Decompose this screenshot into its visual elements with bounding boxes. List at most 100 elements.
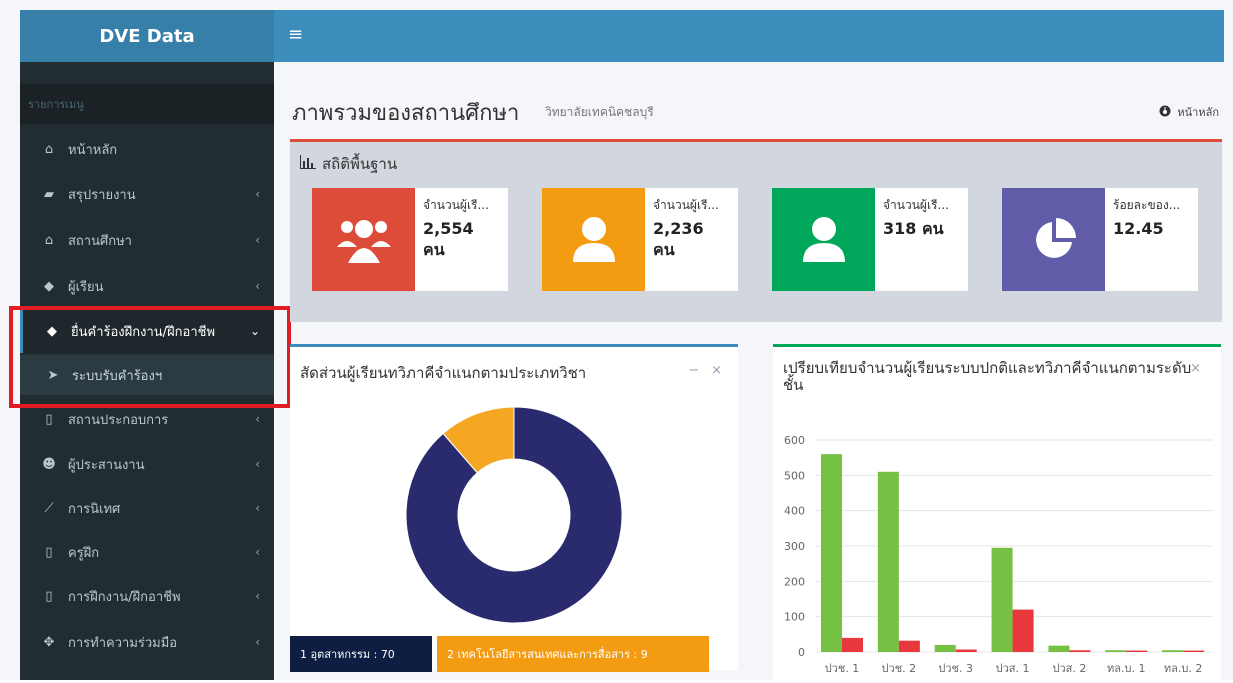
paper-plane-icon: ➤ [47, 367, 59, 383]
bar-chart-panel: 0 100 200 300 400 500 600 ปวช. 1 ปวช. 2 ปวช. 3 ปวส… [773, 344, 1221, 680]
sidebar-item[interactable]: ➤ ระบบรับคำร้องฯ [20, 355, 274, 395]
x-tick-label: ทล.บ. 2 [1164, 662, 1202, 675]
sidebar-item[interactable]: ▰ สรุปรายงาน ‹ [20, 172, 274, 216]
hamburger-icon[interactable]: ≡ [288, 24, 303, 45]
panel-tools: − × [688, 363, 722, 378]
bar[interactable] [1126, 650, 1148, 652]
info-box-label: จำนวนผู้เรี... [653, 198, 719, 212]
line-chart-icon: ⟋ [44, 500, 54, 516]
chevron-left-icon: ‹ [255, 279, 260, 293]
donut-chart [405, 406, 623, 624]
bar[interactable] [1162, 650, 1184, 652]
x-tick-label: ปวช. 2 [882, 662, 917, 675]
graduation-cap-icon: ◆ [47, 323, 57, 339]
info-box-label: ร้อยละของ... [1113, 198, 1181, 212]
bar[interactable] [1069, 650, 1091, 652]
bar[interactable] [1105, 650, 1127, 652]
book-icon: ▰ [44, 186, 54, 202]
donut-chart-panel: สัดส่วนผู้เรียนทวิภาคีจำแนกตามประเภทวิชา… [290, 344, 738, 672]
chevron-left-icon: ‹ [255, 233, 260, 247]
bar[interactable] [1012, 609, 1034, 652]
bar[interactable] [955, 649, 977, 652]
x-tick-label: ทล.บ. 1 [1107, 662, 1145, 675]
bar[interactable] [821, 454, 842, 652]
sidebar-item[interactable]: ◆ ยื่นคำร้องฝึกงาน/ฝึกอาชีพ ⌄ [20, 309, 274, 353]
pie-chart-icon [1035, 217, 1076, 258]
bar[interactable] [991, 547, 1013, 652]
sidebar-item-label: การทำความร่วมมือ [68, 635, 178, 651]
sidebar-item-label: ยื่นคำร้องฝึกงาน/ฝึกอาชีพ [71, 324, 216, 340]
sidebar-item[interactable]: ⌂ สถานศึกษา ‹ [20, 218, 274, 262]
info-box-label: จำนวนผู้เรี... [423, 198, 489, 212]
legend-item-industry[interactable]: 1 อุตสาหกรรม : 70 [290, 636, 432, 672]
sidebar-item[interactable]: ✥ การทำความร่วมมือ ‹ [20, 620, 274, 664]
brand-logo[interactable]: DVE Data [20, 10, 274, 62]
chevron-left-icon: ‹ [255, 412, 260, 426]
breadcrumb[interactable]: หน้าหลัก [1159, 103, 1219, 121]
donut-chart-title: สัดส่วนผู้เรียนทวิภาคีจำแนกตามประเภทวิชา [300, 364, 587, 382]
info-box-icon [542, 188, 645, 291]
info-box-value: 12.45 [1113, 219, 1164, 238]
app-window: DVE Data รายการเมนู ⌂ หน้าหลัก ▰ สรุปรายงาน… [0, 0, 1233, 680]
bar[interactable] [898, 640, 920, 652]
y-tick-label: 300 [784, 540, 805, 553]
info-box-icon [772, 188, 875, 291]
y-tick-label: 100 [784, 611, 805, 624]
breadcrumb-label: หน้าหลัก [1177, 106, 1219, 119]
institution-icon: ⌂ [44, 232, 54, 248]
sidebar-item-label: การฝึกงาน/ฝึกอาชีพ [68, 589, 181, 605]
bar-chart-title: เปรียบเทียบจำนวนผู้เรียนระบบปกติและทวิภา… [783, 359, 1192, 394]
chevron-left-icon: ‹ [255, 545, 260, 559]
sidebar-item-label: การนิเทศ [68, 501, 121, 517]
top-navbar: ≡ [274, 10, 1224, 62]
bar[interactable] [1048, 645, 1070, 652]
sidebar-item[interactable]: ⟋ การนิเทศ ‹ [20, 486, 274, 530]
users-icon [336, 219, 391, 263]
sidebar-item[interactable]: ▯ ครูฝึก ‹ [20, 530, 274, 574]
close-icon[interactable]: × [1190, 361, 1201, 376]
sidebar-item[interactable]: ◆ ผู้เรียน ‹ [20, 264, 274, 308]
y-tick-label: 0 [798, 646, 805, 659]
bar[interactable] [1183, 650, 1205, 652]
close-icon[interactable]: × [711, 363, 722, 378]
sidebar-item-label: สถานศึกษา [68, 233, 132, 249]
stats-title-text: สถิติพื้นฐาน [322, 155, 398, 173]
y-tick-label: 500 [784, 469, 805, 482]
sidebar-item[interactable]: ▯ สถานประกอบการ ‹ [20, 397, 274, 441]
stats-title: สถิติพื้นฐาน [300, 152, 397, 176]
legend-item-ict[interactable]: 2 เทคโนโลยีสารสนเทศและการสื่อสาร : 9 [437, 636, 709, 672]
y-tick-label: 400 [784, 505, 805, 518]
bar[interactable] [877, 471, 899, 652]
sidebar-item-label: ระบบรับคำร้องฯ [72, 368, 163, 384]
bar[interactable] [934, 644, 956, 652]
user-icon [572, 216, 615, 262]
chevron-left-icon: ‹ [255, 187, 260, 201]
info-box-value: 2,236 คน [653, 219, 704, 259]
handshake-icon: ✥ [43, 634, 55, 650]
y-tick-label: 600 [784, 434, 805, 447]
bar[interactable] [842, 637, 863, 652]
sidebar-item-label: ผู้เรียน [68, 279, 104, 295]
graduation-cap-icon: ◆ [44, 278, 54, 294]
y-tick-label: 200 [784, 575, 805, 588]
page-subtitle: วิทยาลัยเทคนิคชลบุรี [545, 105, 654, 119]
sidebar-item[interactable]: ▯ การฝึกงาน/ฝึกอาชีพ ‹ [20, 574, 274, 618]
sidebar: DVE Data รายการเมนู ⌂ หน้าหลัก ▰ สรุปรายงาน… [20, 10, 274, 680]
chevron-left-icon: ‹ [255, 457, 260, 471]
sidebar-item[interactable]: ☻ ผู้ประสานงาน ‹ [20, 442, 274, 486]
info-box-students-dual: จำนวนผู้เรี... 318 คน [772, 188, 968, 291]
info-box-label: จำนวนผู้เรี... [883, 198, 949, 212]
building-icon: ▯ [45, 588, 53, 604]
info-box-icon [1002, 188, 1105, 291]
dashboard-icon [1159, 105, 1171, 120]
x-tick-label: ปวช. 3 [938, 662, 973, 675]
collapse-icon[interactable]: − [688, 363, 699, 378]
x-tick-label: ปวช. 1 [825, 662, 860, 675]
building-icon: ▯ [45, 544, 53, 560]
sidebar-item[interactable]: ⌂ หน้าหลัก [20, 127, 274, 171]
sidebar-header: รายการเมนู [20, 84, 274, 124]
sidebar-item-label: ครูฝึก [68, 545, 100, 561]
page-title: ภาพรวมของสถานศึกษา [292, 101, 520, 126]
sidebar-item-label: สถานประกอบการ [68, 412, 169, 428]
users-icon: ☻ [42, 456, 56, 472]
